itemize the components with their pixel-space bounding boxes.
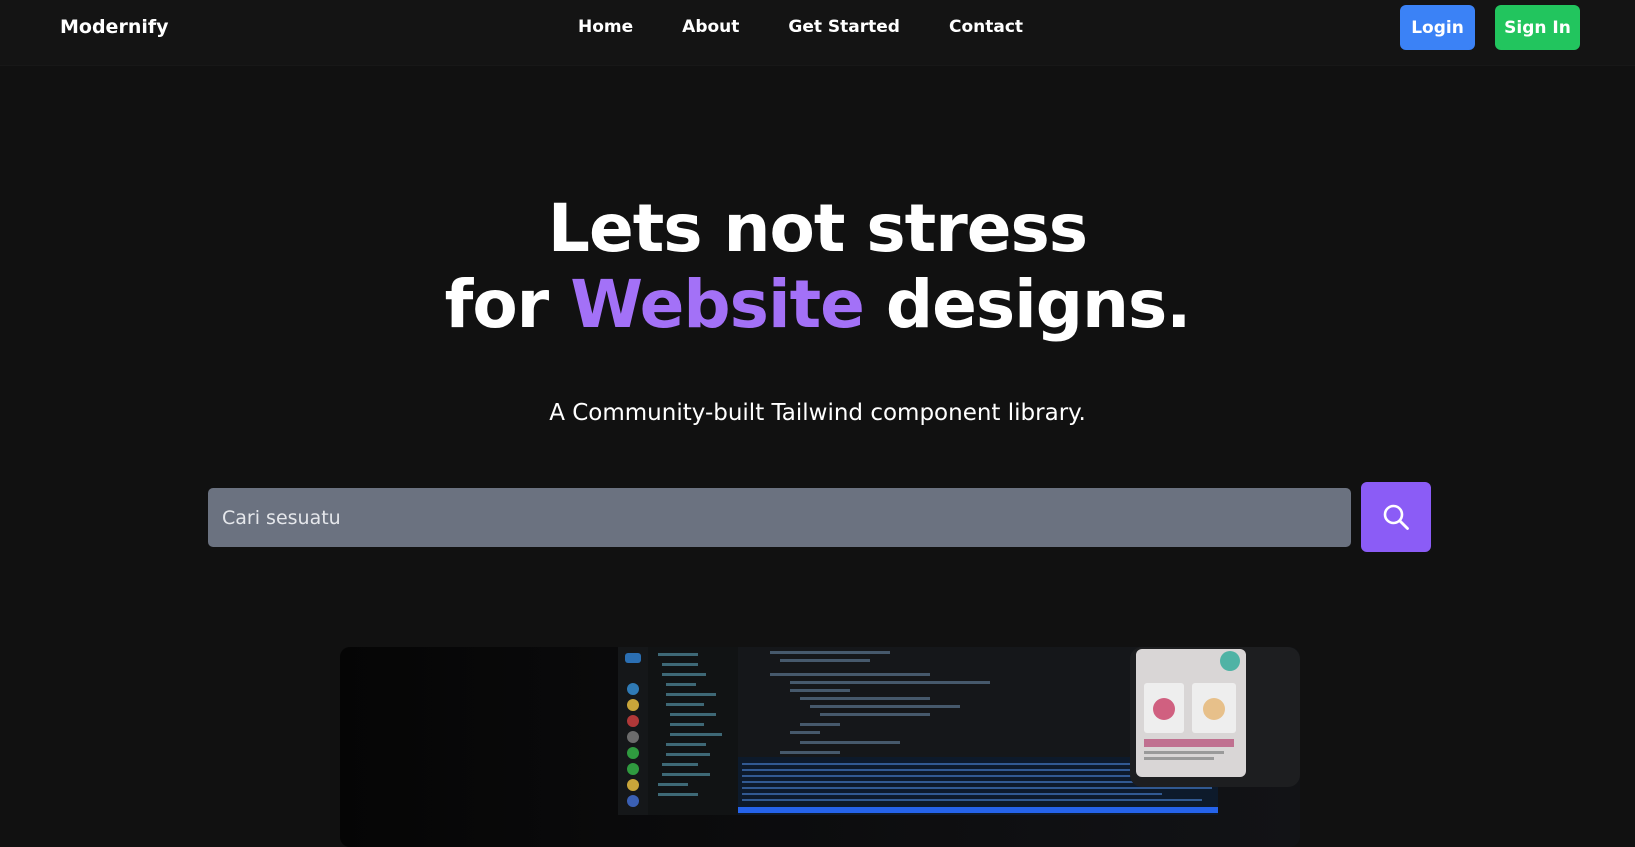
nav-link-about[interactable]: About (682, 17, 739, 37)
hero-accent-word: Website (570, 266, 865, 343)
top-navbar: Modernify Home About Get Started Contact… (0, 0, 1635, 66)
preview-illustration (340, 647, 1300, 847)
brand-logo[interactable]: Modernify (60, 16, 169, 38)
search-icon (1383, 504, 1409, 530)
search-input[interactable] (208, 488, 1351, 547)
nav-link-contact[interactable]: Contact (949, 17, 1023, 37)
hero-line-2: for Website designs. (0, 268, 1635, 342)
hero-title: Lets not stress for Website designs. (0, 190, 1635, 342)
signin-button[interactable]: Sign In (1495, 5, 1580, 50)
hero-line-2-prefix: for (444, 266, 550, 343)
nav-link-get-started[interactable]: Get Started (788, 17, 900, 37)
login-button[interactable]: Login (1400, 5, 1475, 50)
nav-links: Home About Get Started Contact (578, 17, 1023, 37)
search-button[interactable] (1361, 482, 1431, 552)
preview-image (340, 647, 1300, 847)
hero-line-2-suffix: designs. (885, 266, 1192, 343)
nav-link-home[interactable]: Home (578, 17, 633, 37)
hero-subtitle: A Community-built Tailwind component lib… (549, 400, 1086, 426)
hero-line-1: Lets not stress (547, 190, 1088, 267)
